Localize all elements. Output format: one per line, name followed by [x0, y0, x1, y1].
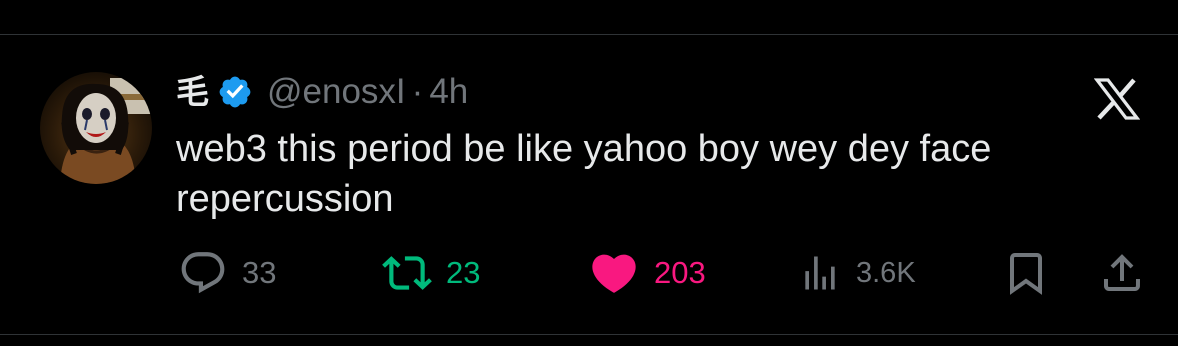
retweet-count: 23 [446, 255, 481, 290]
bookmark-button[interactable] [1002, 246, 1050, 300]
tweet-text: web3 this period be like yahoo boy wey d… [176, 128, 992, 220]
like-count: 203 [654, 255, 706, 290]
tweet-header: 毛 @enosxI · 4h [176, 70, 468, 114]
timestamp[interactable]: 4h [429, 70, 468, 114]
views-icon [798, 251, 842, 295]
views-button[interactable]: 3.6K [798, 246, 916, 300]
reply-icon [178, 248, 228, 298]
share-icon [1098, 249, 1146, 297]
top-divider [0, 34, 1178, 35]
action-bar: 33 23 203 3.6K [176, 246, 1146, 300]
display-name[interactable]: 毛 [176, 70, 209, 114]
avatar[interactable] [40, 72, 152, 184]
share-button[interactable] [1098, 246, 1146, 300]
verified-badge-icon [217, 74, 253, 110]
handle[interactable]: @enosxI [267, 70, 406, 114]
reply-count: 33 [242, 255, 277, 290]
reply-button[interactable]: 33 [178, 246, 276, 300]
bookmark-icon [1002, 249, 1050, 297]
views-count: 3.6K [856, 257, 916, 289]
bottom-divider [0, 334, 1178, 335]
retweet-button[interactable]: 23 [382, 246, 480, 300]
retweet-icon [382, 248, 432, 298]
separator-dot: · [411, 72, 424, 111]
x-logo-icon[interactable] [1093, 78, 1141, 120]
like-button[interactable]: 203 [588, 246, 706, 300]
heart-icon [588, 247, 640, 299]
